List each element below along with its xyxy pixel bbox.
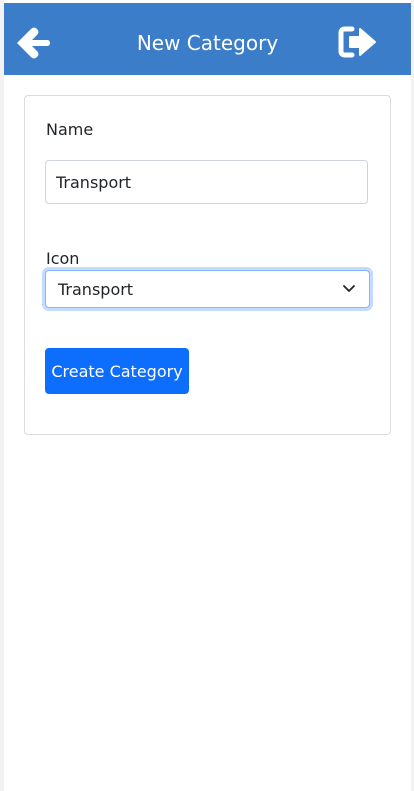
icon-select[interactable]: Transport [45,270,370,308]
sign-out-icon [338,26,376,58]
icon-label: Icon [46,249,80,268]
name-label: Name [46,120,94,139]
icon-select-value: Transport [58,280,134,299]
logout-button[interactable] [338,25,378,59]
chevron-down-icon [343,285,355,292]
app-screen: New Category Name Icon Transport Create … [4,0,411,791]
create-category-button[interactable]: Create Category [45,348,189,394]
top-bar: New Category [4,3,411,75]
name-input[interactable] [45,160,368,204]
category-form-card: Name Icon Transport Create Category [24,95,391,435]
